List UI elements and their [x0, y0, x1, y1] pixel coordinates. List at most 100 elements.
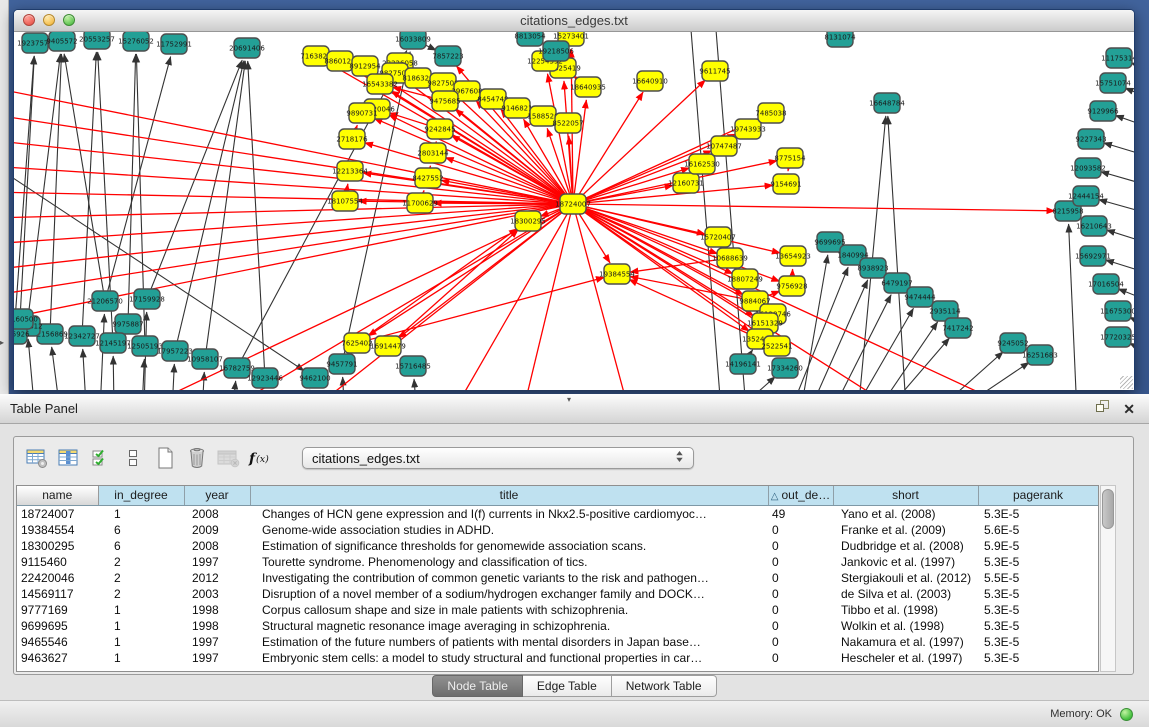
select-rows-icon[interactable]: [88, 445, 114, 471]
graph-node[interactable]: 16210643: [1076, 216, 1112, 236]
delete-table-icon[interactable]: [216, 445, 242, 471]
graph-edge[interactable]: [113, 356, 114, 390]
cell-year[interactable]: 1997: [184, 554, 250, 570]
graph-node[interactable]: 15276052: [118, 32, 154, 51]
cell-in_degree[interactable]: 6: [98, 538, 184, 554]
table-row[interactable]: 1830029562008Estimation of significance …: [17, 538, 1098, 554]
cell-name[interactable]: 14569117: [17, 586, 98, 602]
graph-node[interactable]: 7625402: [341, 333, 372, 353]
graph-node[interactable]: 19384554: [599, 264, 635, 284]
cell-name[interactable]: 9699695: [17, 618, 98, 634]
graph-edge[interactable]: [205, 61, 245, 359]
cell-short[interactable]: Nakamura et al. (1997): [833, 634, 978, 650]
graph-node[interactable]: 12923446: [247, 368, 283, 388]
graph-node[interactable]: 12145197: [95, 333, 131, 353]
graph-node[interactable]: 17334260: [767, 358, 803, 378]
graph-edge[interactable]: [64, 54, 105, 301]
zoom-window-button[interactable]: [63, 14, 75, 26]
cell-in_degree[interactable]: 1: [98, 634, 184, 650]
graph-node[interactable]: 9405572: [46, 32, 77, 51]
graph-node[interactable]: 8813054: [514, 32, 546, 46]
cell-pagerank[interactable]: 5.5E-5: [978, 570, 1098, 586]
graph-node[interactable]: 10958107: [187, 349, 223, 369]
graph-node[interactable]: 8131074: [824, 32, 856, 47]
table-row[interactable]: 1872400712008Changes of HCN gene express…: [17, 505, 1098, 522]
graph-node[interactable]: 21206570: [87, 291, 123, 311]
cell-in_degree[interactable]: 2: [98, 586, 184, 602]
graph-edge[interactable]: [865, 308, 913, 390]
table-row[interactable]: 946362711997Embryonic stem cells: a mode…: [17, 650, 1098, 666]
graph-edge[interactable]: [573, 204, 780, 253]
graph-edge[interactable]: [1115, 115, 1134, 129]
graph-edge[interactable]: [14, 114, 573, 204]
graph-edge[interactable]: [1103, 143, 1134, 158]
graph-node[interactable]: 2522541: [761, 336, 792, 356]
graph-node[interactable]: 11175314: [1101, 48, 1134, 68]
cell-out_degree[interactable]: 0: [768, 650, 833, 666]
cell-out_degree[interactable]: 0: [768, 522, 833, 538]
table-row[interactable]: 911546021997Tourette syndrome. Phenomeno…: [17, 554, 1098, 570]
cell-out_degree[interactable]: 0: [768, 570, 833, 586]
graph-edge[interactable]: [28, 339, 34, 390]
graph-edge[interactable]: [804, 255, 828, 390]
cell-name[interactable]: 18724007: [17, 505, 98, 522]
graph-edge[interactable]: [1100, 172, 1134, 187]
graph-node[interactable]: 8938923: [857, 258, 888, 278]
graph-node[interactable]: 2803144: [417, 143, 449, 163]
graph-node[interactable]: 15716485: [395, 356, 431, 376]
cell-pagerank[interactable]: 5.3E-5: [978, 505, 1098, 522]
graph-node[interactable]: 9154691: [770, 174, 801, 194]
graph-node[interactable]: 16914479: [370, 336, 406, 356]
node-table[interactable]: namein_degreeyeartitle△out_de…shortpager…: [16, 485, 1099, 672]
cell-out_degree[interactable]: 49: [768, 505, 833, 522]
memory-status-icon[interactable]: [1120, 708, 1133, 721]
graph-node[interactable]: 19218506: [538, 41, 574, 61]
graph-node[interactable]: 12093582: [1070, 158, 1106, 178]
splitter-handle-icon[interactable]: ▾: [567, 395, 571, 404]
graph-node[interactable]: 17159928: [129, 289, 165, 309]
cell-pagerank[interactable]: 5.3E-5: [978, 586, 1098, 602]
graph-node[interactable]: 9890731: [346, 103, 377, 123]
cell-name[interactable]: 9463627: [17, 650, 98, 666]
graph-node[interactable]: 11700629: [402, 193, 438, 213]
cell-short[interactable]: Franke et al. (2009): [833, 522, 978, 538]
graph-node[interactable]: 9756928: [776, 276, 807, 296]
cell-pagerank[interactable]: 5.3E-5: [978, 602, 1098, 618]
graph-edge[interactable]: [172, 364, 174, 390]
table-row[interactable]: 969969511998Structural magnetic resonanc…: [17, 618, 1098, 634]
cell-title[interactable]: Estimation of the future numbers of pati…: [250, 634, 768, 650]
graph-edge[interactable]: [1106, 230, 1134, 245]
graph-edge[interactable]: [1069, 224, 1076, 390]
graph-node[interactable]: 12213364: [332, 161, 368, 181]
cell-year[interactable]: 2008: [184, 505, 250, 522]
cell-year[interactable]: 1998: [184, 602, 250, 618]
graph-node[interactable]: 16251683: [1022, 345, 1058, 365]
cell-short[interactable]: Jankovic et al. (1997): [833, 554, 978, 570]
cell-name[interactable]: 18300295: [17, 538, 98, 554]
table-scrollbar[interactable]: [1100, 485, 1116, 672]
cell-in_degree[interactable]: 1: [98, 505, 184, 522]
graph-node[interactable]: 9245052: [997, 333, 1028, 353]
table-select-dropdown[interactable]: citations_edges.txt: [302, 447, 694, 469]
graph-node[interactable]: 10688639: [712, 248, 748, 268]
cell-year[interactable]: 2012: [184, 570, 250, 586]
cell-out_degree[interactable]: 0: [768, 618, 833, 634]
column-header-name[interactable]: name: [17, 486, 98, 505]
column-header-title[interactable]: title: [250, 486, 768, 505]
cell-pagerank[interactable]: 5.6E-5: [978, 522, 1098, 538]
graph-edge[interactable]: [232, 381, 236, 390]
graph-node[interactable]: 12160731: [668, 173, 704, 193]
graph-node[interactable]: 12342727: [64, 326, 100, 346]
graph-edge[interactable]: [758, 377, 775, 390]
graph-edge[interactable]: [690, 32, 720, 390]
cell-name[interactable]: 9115460: [17, 554, 98, 570]
graph-edge[interactable]: [83, 349, 86, 390]
graph-node[interactable]: 9457791: [326, 354, 357, 374]
graph-node[interactable]: 8522057: [552, 113, 583, 133]
network-window[interactable]: citations_edges.txt 18724007716382288601…: [13, 9, 1135, 390]
graph-edge[interactable]: [14, 204, 573, 218]
table-row[interactable]: 1456911722003Disruption of a novel membe…: [17, 586, 1098, 602]
cell-in_degree[interactable]: 2: [98, 554, 184, 570]
column-header-year[interactable]: year: [184, 486, 250, 505]
graph-edge[interactable]: [14, 204, 573, 244]
